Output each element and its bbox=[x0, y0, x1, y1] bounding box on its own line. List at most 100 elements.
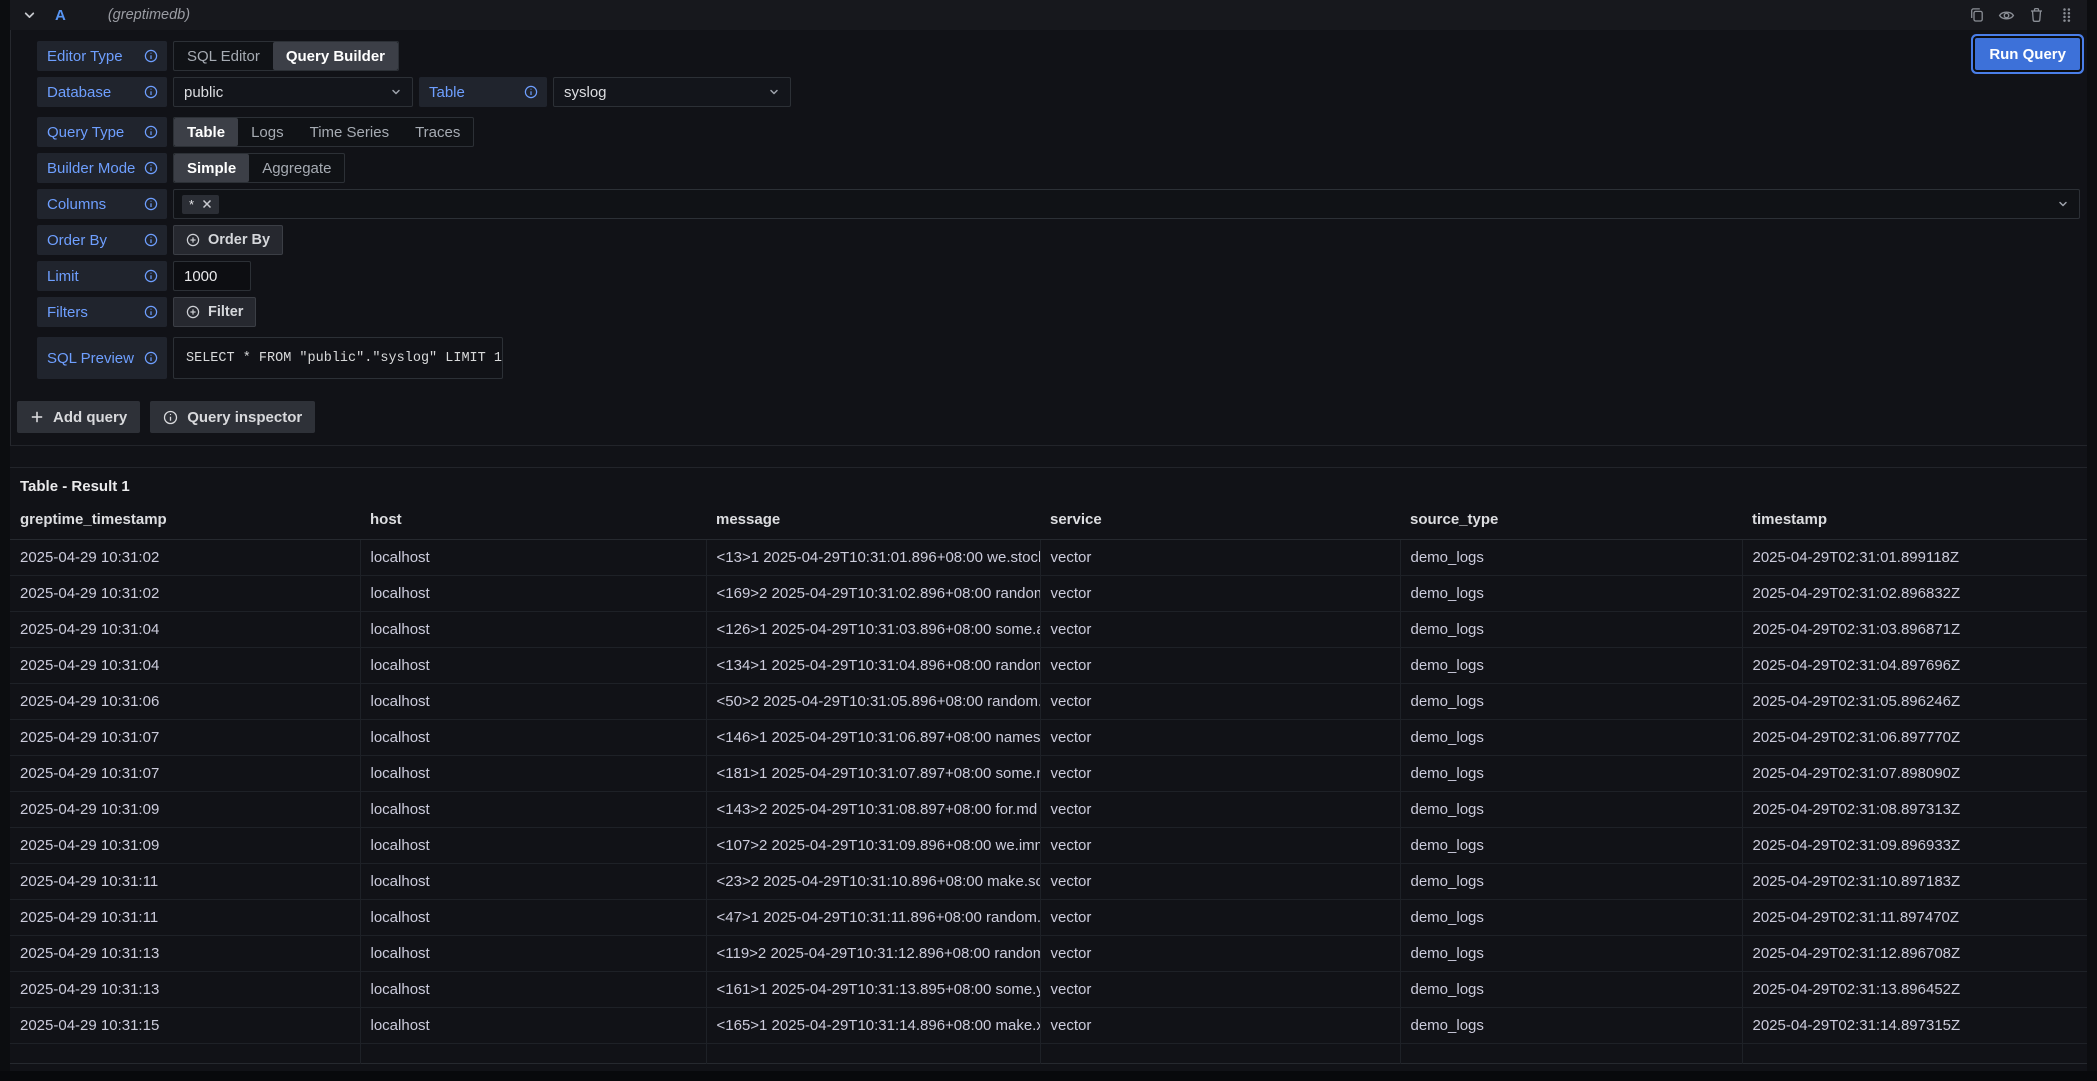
table-cell-service: vector bbox=[1040, 828, 1400, 864]
plus-circle-icon bbox=[186, 305, 200, 319]
sql-preview-value: SELECT * FROM "public"."syslog" LIMIT 10… bbox=[173, 337, 503, 379]
table-row: 2025-04-29 10:31:02localhost<13>1 2025-0… bbox=[10, 540, 2087, 576]
builder-mode-toggle: Simple Aggregate bbox=[173, 153, 345, 183]
info-icon[interactable] bbox=[144, 351, 158, 365]
table-cell-greptime_timestamp: 2025-04-29 10:31:07 bbox=[10, 720, 360, 756]
close-icon[interactable] bbox=[202, 199, 212, 209]
eye-icon[interactable] bbox=[1998, 7, 2015, 24]
table-cell-empty bbox=[1040, 1044, 1400, 1064]
info-icon[interactable] bbox=[144, 305, 158, 319]
info-icon[interactable] bbox=[144, 269, 158, 283]
table-cell-greptime_timestamp: 2025-04-29 10:31:02 bbox=[10, 540, 360, 576]
table-select[interactable]: syslog bbox=[553, 77, 791, 107]
table-cell-source_type: demo_logs bbox=[1400, 828, 1742, 864]
table-cell-greptime_timestamp: 2025-04-29 10:31:06 bbox=[10, 684, 360, 720]
info-icon[interactable] bbox=[144, 161, 158, 175]
table-cell-service: vector bbox=[1040, 792, 1400, 828]
table-cell-source_type: demo_logs bbox=[1400, 684, 1742, 720]
table-cell-service: vector bbox=[1040, 864, 1400, 900]
plus-circle-icon bbox=[186, 233, 200, 247]
add-filter-button[interactable]: Filter bbox=[173, 297, 256, 327]
table-cell-message: <165>1 2025-04-29T10:31:14.896+08:00 mak… bbox=[706, 1008, 1040, 1044]
columns-label: Columns bbox=[37, 189, 167, 219]
table-cell-message: <181>1 2025-04-29T10:31:07.897+08:00 som… bbox=[706, 756, 1040, 792]
chevron-down-icon bbox=[2057, 198, 2069, 210]
column-header-service[interactable]: service bbox=[1040, 498, 1400, 540]
table-cell-message: <146>1 2025-04-29T10:31:06.897+08:00 nam… bbox=[706, 720, 1040, 756]
table-cell-message: <50>2 2025-04-29T10:31:05.896+08:00 rand… bbox=[706, 684, 1040, 720]
table-cell-greptime_timestamp: 2025-04-29 10:31:02 bbox=[10, 576, 360, 612]
table-cell-empty bbox=[1742, 1044, 2087, 1064]
table-row: 2025-04-29 10:31:13localhost<119>2 2025-… bbox=[10, 936, 2087, 972]
query-type-option-table[interactable]: Table bbox=[174, 118, 238, 146]
table-cell-message: <47>1 2025-04-29T10:31:11.896+08:00 rand… bbox=[706, 900, 1040, 936]
results-table-body: 2025-04-29 10:31:02localhost<13>1 2025-0… bbox=[10, 540, 2087, 1064]
column-header-source-type[interactable]: source_type bbox=[1400, 498, 1742, 540]
query-ref-id[interactable]: A bbox=[55, 7, 66, 24]
copy-icon[interactable] bbox=[1968, 7, 1985, 24]
chevron-down-icon[interactable] bbox=[23, 8, 37, 22]
table-row: 2025-04-29 10:31:04localhost<126>1 2025-… bbox=[10, 612, 2087, 648]
table-cell-host: localhost bbox=[360, 756, 706, 792]
query-type-option-time-series[interactable]: Time Series bbox=[297, 118, 402, 146]
limit-row: Limit bbox=[37, 261, 2087, 291]
table-cell-source_type: demo_logs bbox=[1400, 540, 1742, 576]
column-header-greptime-timestamp[interactable]: greptime_timestamp bbox=[10, 498, 360, 540]
table-cell-host: localhost bbox=[360, 792, 706, 828]
add-order-by-button[interactable]: Order By bbox=[173, 225, 283, 255]
info-icon[interactable] bbox=[144, 125, 158, 139]
datasource-name: (greptimedb) bbox=[108, 7, 190, 23]
info-icon[interactable] bbox=[144, 197, 158, 211]
add-query-button[interactable]: Add query bbox=[17, 401, 140, 433]
editor-type-option-sql-editor[interactable]: SQL Editor bbox=[174, 42, 273, 70]
table-cell-source_type: demo_logs bbox=[1400, 576, 1742, 612]
query-type-option-logs[interactable]: Logs bbox=[238, 118, 297, 146]
sql-preview-label: SQL Preview bbox=[37, 337, 167, 379]
editor-type-label: Editor Type bbox=[37, 41, 167, 71]
table-row: 2025-04-29 10:31:07localhost<146>1 2025-… bbox=[10, 720, 2087, 756]
column-header-message[interactable]: message bbox=[706, 498, 1040, 540]
query-row-header: A (greptimedb) bbox=[10, 0, 2087, 30]
drag-handle-icon[interactable] bbox=[2058, 7, 2075, 24]
table-cell-source_type: demo_logs bbox=[1400, 648, 1742, 684]
column-header-host[interactable]: host bbox=[360, 498, 706, 540]
table-cell-timestamp: 2025-04-29T02:31:14.897315Z bbox=[1742, 1008, 2087, 1044]
table-cell-host: localhost bbox=[360, 720, 706, 756]
info-icon[interactable] bbox=[144, 49, 158, 63]
table-cell-greptime_timestamp: 2025-04-29 10:31:13 bbox=[10, 936, 360, 972]
table-row: 2025-04-29 10:31:13localhost<161>1 2025-… bbox=[10, 972, 2087, 1008]
table-cell-timestamp: 2025-04-29T02:31:04.897696Z bbox=[1742, 648, 2087, 684]
builder-mode-option-aggregate[interactable]: Aggregate bbox=[249, 154, 344, 182]
table-row: 2025-04-29 10:31:02localhost<169>2 2025-… bbox=[10, 576, 2087, 612]
trash-icon[interactable] bbox=[2028, 7, 2045, 24]
columns-multiselect[interactable]: * bbox=[173, 189, 2080, 219]
query-type-option-traces[interactable]: Traces bbox=[402, 118, 473, 146]
query-type-toggle: Table Logs Time Series Traces bbox=[173, 117, 474, 147]
results-title: Table - Result 1 bbox=[10, 474, 2087, 498]
column-header-timestamp[interactable]: timestamp bbox=[1742, 498, 2087, 540]
table-cell-message: <143>2 2025-04-29T10:31:08.897+08:00 for… bbox=[706, 792, 1040, 828]
editor-type-row: Editor Type SQL Editor Query Builder bbox=[37, 41, 2087, 71]
info-icon[interactable] bbox=[144, 85, 158, 99]
query-type-label: Query Type bbox=[37, 117, 167, 147]
editor-type-option-query-builder[interactable]: Query Builder bbox=[273, 42, 398, 70]
table-cell-host: localhost bbox=[360, 900, 706, 936]
table-cell-greptime_timestamp: 2025-04-29 10:31:11 bbox=[10, 864, 360, 900]
table-cell-message: <126>1 2025-04-29T10:31:03.896+08:00 som… bbox=[706, 612, 1040, 648]
limit-input[interactable] bbox=[173, 261, 251, 291]
order-by-label: Order By bbox=[37, 225, 167, 255]
run-query-button[interactable]: Run Query bbox=[1975, 38, 2080, 70]
query-inspector-button[interactable]: Query inspector bbox=[150, 401, 315, 433]
table-cell-service: vector bbox=[1040, 936, 1400, 972]
table-cell-host: localhost bbox=[360, 864, 706, 900]
info-icon[interactable] bbox=[144, 233, 158, 247]
table-cell-source_type: demo_logs bbox=[1400, 864, 1742, 900]
table-cell-message: <134>1 2025-04-29T10:31:04.896+08:00 ran… bbox=[706, 648, 1040, 684]
builder-mode-option-simple[interactable]: Simple bbox=[174, 154, 249, 182]
info-icon[interactable] bbox=[524, 85, 538, 99]
table-cell-host: localhost bbox=[360, 612, 706, 648]
table-cell-timestamp: 2025-04-29T02:31:09.896933Z bbox=[1742, 828, 2087, 864]
database-select[interactable]: public bbox=[173, 77, 413, 107]
column-tag: * bbox=[182, 195, 219, 214]
editor-type-toggle: SQL Editor Query Builder bbox=[173, 41, 399, 71]
